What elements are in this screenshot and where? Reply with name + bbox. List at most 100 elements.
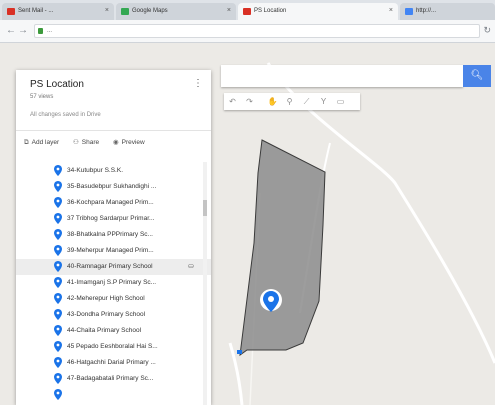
place-marker-icon <box>54 245 62 256</box>
list-item[interactable]: 39-Meherpur Managed Prim... <box>16 243 211 259</box>
reload-icon[interactable]: ↻ <box>483 25 491 36</box>
url-input[interactable]: ... <box>34 24 480 38</box>
tab-label: Google Maps <box>132 8 168 14</box>
tab-label: PS Location <box>254 8 287 14</box>
divider <box>16 130 211 131</box>
place-marker-icon <box>54 197 62 208</box>
list-item-label: 41-Imamganj S.P Primary Sc... <box>67 279 157 286</box>
preview-button[interactable]: ◉ Preview <box>113 139 151 146</box>
layers-icon: ⧉ <box>24 139 29 146</box>
redo-icon[interactable]: ↷ <box>241 93 258 110</box>
list-item-label: 38-Bhatkalna PPPrimary Sc... <box>67 231 153 238</box>
place-marker-icon <box>54 357 62 368</box>
place-marker-icon <box>54 213 62 224</box>
share-label: Share <box>81 139 100 146</box>
eye-icon: ◉ <box>112 139 119 146</box>
map-toolbar: ↶ ↷ ✋ ⚲ ⟋ Y ▭ <box>224 93 360 110</box>
add-person-icon: ⚇ <box>72 139 79 146</box>
list-item-label: 46-Hatgachhi Darial Primary ... <box>67 359 156 366</box>
close-tab-icon[interactable]: × <box>389 7 393 14</box>
map-title[interactable]: PS Location <box>30 79 84 90</box>
close-tab-icon[interactable]: × <box>105 7 109 14</box>
paint-bucket-icon[interactable]: ⛀ <box>188 262 194 270</box>
place-marker-icon <box>54 229 62 240</box>
add-layer-label: Add layer <box>31 139 60 146</box>
page-icon <box>405 8 413 15</box>
list-item[interactable]: 44-Chaita Primary School <box>16 323 211 339</box>
tab-other[interactable]: http://... <box>400 3 495 20</box>
ps-area-polygon <box>239 139 326 357</box>
tab-sent-mail[interactable]: Sent Mail - ... × <box>2 3 114 20</box>
share-button[interactable]: ⚇ Share <box>73 139 105 146</box>
maps-icon <box>121 8 129 15</box>
place-marker-icon <box>54 309 62 320</box>
list-item[interactable]: 38-Bhatkalna PPPrimary Sc... <box>16 227 211 243</box>
list-item-label: 42-Meherepur High School <box>67 295 145 302</box>
place-marker-icon <box>54 325 62 336</box>
list-item[interactable]: 43-Dondha Primary School <box>16 307 211 323</box>
list-item-label: 34-Kutubpur S.S.K. <box>67 167 124 174</box>
place-marker-icon <box>54 261 62 272</box>
list-item-label: 43-Dondha Primary School <box>67 311 146 318</box>
search-icon: 🔍︎ <box>470 70 484 81</box>
add-layer-button[interactable]: ⧉ Add layer <box>24 139 65 146</box>
list-item-label: 40-Ramnagar Primary School <box>67 263 153 270</box>
more-vert-icon[interactable]: ⋮ <box>193 78 203 89</box>
vertex-marker <box>237 350 242 354</box>
place-marker-icon <box>54 389 62 400</box>
draw-line-icon[interactable]: ⟋ <box>298 93 315 110</box>
list-item-selected[interactable]: 40-Ramnagar Primary School ⛀ <box>16 259 211 275</box>
place-marker-icon <box>54 181 62 192</box>
back-icon[interactable]: ← <box>6 25 16 36</box>
tab-label: http://... <box>416 8 437 14</box>
forward-icon[interactable]: → <box>18 25 28 36</box>
place-marker-icon <box>54 293 62 304</box>
url-text: ... <box>47 28 53 34</box>
view-count: 57 views <box>30 94 54 100</box>
list-item[interactable]: 34-Kutubpur S.S.K. <box>16 163 211 179</box>
place-marker-icon <box>54 373 62 384</box>
panel-actions: ⧉ Add layer ⚇ Share ◉ Preview <box>24 138 157 147</box>
place-marker-icon <box>54 165 62 176</box>
lock-icon <box>38 28 43 34</box>
list-item-label: 45 Pepado Eeshboralal Hai S... <box>67 343 158 350</box>
tab-label: Sent Mail - ... <box>18 8 54 14</box>
list-item-label: 35-Basudebpur Sukhandighi ... <box>67 183 157 190</box>
list-item-label: 44-Chaita Primary School <box>67 327 142 334</box>
place-marker-icon <box>54 341 62 352</box>
route-icon[interactable]: Y <box>315 93 332 110</box>
list-item[interactable]: 42-Meherepur High School <box>16 291 211 307</box>
marker-icon[interactable]: ⚲ <box>281 93 298 110</box>
list-item-label: 47-Badagabatali Primary Sc... <box>67 375 154 382</box>
place-marker-icon <box>54 277 62 288</box>
map-search-input[interactable] <box>221 65 463 87</box>
list-item[interactable]: 46-Hatgachhi Darial Primary ... <box>16 355 211 371</box>
my-maps-icon <box>243 8 251 15</box>
list-item[interactable]: 35-Basudebpur Sukhandighi ... <box>16 179 211 195</box>
list-item[interactable]: 47-Badagabatali Primary Sc... <box>16 371 211 387</box>
hand-icon[interactable]: ✋ <box>264 93 281 110</box>
saved-status: All changes saved in Drive <box>30 112 101 118</box>
list-item[interactable]: 36-Kochpara Managed Prim... <box>16 195 211 211</box>
tab-ps-location[interactable]: PS Location × <box>238 3 398 20</box>
gmail-icon <box>7 8 15 15</box>
search-button[interactable]: 🔍︎ <box>463 65 491 87</box>
close-tab-icon[interactable]: × <box>227 7 231 14</box>
browser-tab-bar: Sent Mail - ... × Google Maps × PS Locat… <box>0 0 495 20</box>
list-scrollbar[interactable] <box>203 162 207 405</box>
ruler-icon[interactable]: ▭ <box>332 93 349 110</box>
list-item[interactable] <box>16 387 211 400</box>
scrollbar-thumb[interactable] <box>203 200 207 216</box>
map-layers-panel: PS Location 57 views ⋮ All changes saved… <box>16 70 211 405</box>
list-item[interactable]: 41-Imamganj S.P Primary Sc... <box>16 275 211 291</box>
list-item-label: 36-Kochpara Managed Prim... <box>67 199 154 206</box>
address-bar-row: ← → ... ↻ <box>0 20 495 43</box>
tab-google-maps[interactable]: Google Maps × <box>116 3 236 20</box>
preview-label: Preview <box>121 139 145 146</box>
location-pin-icon[interactable] <box>259 288 283 318</box>
list-item[interactable]: 45 Pepado Eeshboralal Hai S... <box>16 339 211 355</box>
undo-icon[interactable]: ↶ <box>224 93 241 110</box>
list-item-label: 39-Meherpur Managed Prim... <box>67 247 154 254</box>
list-item[interactable]: 37 Tribhog Sardarpur Primar... <box>16 211 211 227</box>
list-item-label: 37 Tribhog Sardarpur Primar... <box>67 215 155 222</box>
